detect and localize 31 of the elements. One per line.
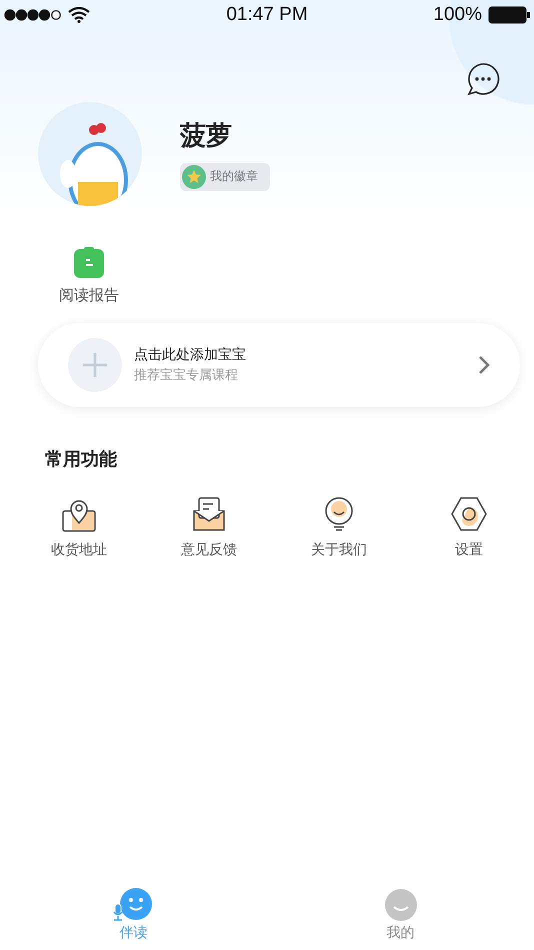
function-label: 收货地址 bbox=[51, 541, 107, 559]
wifi-icon bbox=[68, 7, 90, 23]
battery-icon bbox=[488, 6, 530, 24]
badge-label: 我的徽章 bbox=[210, 168, 258, 185]
user-name: 菠萝 bbox=[180, 120, 233, 152]
status-time: 01:47 PM bbox=[226, 4, 308, 26]
function-item[interactable]: 收货地址 bbox=[14, 495, 144, 559]
function-item[interactable]: 意见反馈 bbox=[144, 495, 274, 559]
smiley-chat-icon bbox=[112, 886, 154, 922]
add-child-card[interactable]: 点击此处添加宝宝 推荐宝宝专属课程 bbox=[38, 323, 520, 407]
function-item[interactable]: 设置 bbox=[404, 495, 534, 559]
card-title: 点击此处添加宝宝 bbox=[134, 346, 247, 364]
signal-icon bbox=[4, 9, 62, 21]
function-label: 关于我们 bbox=[311, 541, 367, 559]
chat-bubble-icon[interactable] bbox=[466, 62, 500, 96]
function-item[interactable]: 关于我们 bbox=[274, 495, 404, 559]
section-title: 常用功能 bbox=[45, 448, 118, 471]
plus-icon bbox=[82, 352, 108, 378]
avatar[interactable] bbox=[38, 102, 142, 206]
shortcut-label: 阅读报告 bbox=[59, 286, 119, 305]
battery-percent: 100% bbox=[433, 4, 482, 26]
shortcut-item[interactable]: 阅读报告 bbox=[57, 246, 121, 305]
card-subtitle: 推荐宝宝专属课程 bbox=[134, 367, 239, 384]
badge-chip[interactable]: 我的徽章 bbox=[180, 162, 270, 190]
tab-item[interactable]: 我的 bbox=[267, 886, 534, 942]
function-label: 设置 bbox=[455, 541, 483, 559]
function-label: 意见反馈 bbox=[181, 541, 237, 559]
chevron-right-icon bbox=[478, 355, 490, 375]
smiley-face-icon bbox=[382, 886, 418, 922]
hexagon-nut-icon bbox=[450, 495, 488, 533]
clipboard-icon bbox=[74, 246, 104, 278]
